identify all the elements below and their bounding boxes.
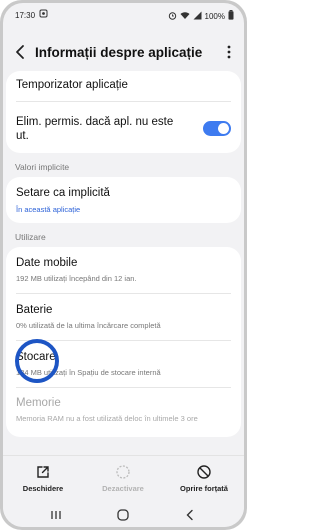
- highlight-circle: [15, 339, 59, 383]
- remove-permissions-toggle[interactable]: [203, 121, 231, 136]
- open-button[interactable]: Deschidere: [3, 464, 83, 493]
- back-nav-icon[interactable]: [183, 508, 197, 522]
- permissions-card: Temporizator aplicație Elim. permis. dac…: [6, 71, 241, 153]
- divider: [16, 101, 231, 102]
- divider: [16, 293, 231, 294]
- app-timer-label: Temporizator aplicație: [16, 79, 128, 91]
- divider: [16, 340, 231, 341]
- signal-icon: [193, 11, 202, 22]
- mobile-data-label: Date mobile: [16, 257, 78, 269]
- status-bar: 17:30 100%: [3, 3, 244, 29]
- open-external-icon: [35, 464, 51, 480]
- section-header-usage: Utilizare: [15, 232, 46, 242]
- status-time: 17:30: [15, 11, 36, 20]
- recent-apps-icon[interactable]: [49, 508, 63, 522]
- wifi-icon: [180, 11, 190, 22]
- app-bar: Informații despre aplicație: [3, 35, 244, 71]
- open-label: Deschidere: [22, 484, 64, 493]
- mobile-data-subtitle: 192 MB utilizați începând din 12 ian.: [16, 274, 137, 283]
- battery-subtitle: 0% utilizată de la ultima încărcare comp…: [16, 321, 161, 330]
- set-default-subtitle: În această aplicație: [16, 205, 81, 214]
- notification-icon: [39, 9, 48, 20]
- status-icons: 100%: [168, 10, 234, 22]
- memory-label: Memorie: [16, 397, 61, 409]
- more-options-icon[interactable]: [226, 43, 232, 61]
- system-nav-bar: [3, 503, 244, 527]
- screen: 17:30 100% Informații despre aplicație T…: [3, 3, 244, 527]
- memory-subtitle: Memoria RAM nu a fost utilizată deloc în…: [16, 414, 198, 423]
- section-header-defaults: Valori implicite: [15, 162, 70, 172]
- force-stop-label: Oprire forțată: [180, 484, 228, 493]
- set-default-label: Setare ca implicită: [16, 187, 110, 199]
- defaults-card: Setare ca implicită În această aplicație: [6, 177, 241, 223]
- home-icon[interactable]: [116, 508, 130, 522]
- disable-button[interactable]: Dezactivare: [83, 464, 163, 493]
- battery-icon: [228, 10, 234, 22]
- battery-percent: 100%: [204, 11, 225, 21]
- bottom-action-bar: Deschidere Dezactivare Oprire forțată: [3, 455, 244, 502]
- disable-label: Dezactivare: [102, 484, 144, 493]
- disable-icon: [115, 464, 131, 480]
- force-stop-icon: [196, 464, 212, 480]
- phone-frame: 17:30 100% Informații despre aplicație T…: [0, 0, 247, 530]
- alarm-icon: [168, 11, 177, 22]
- toggle-knob: [218, 123, 229, 134]
- battery-label: Baterie: [16, 304, 53, 316]
- back-arrow-icon[interactable]: [11, 41, 31, 63]
- page-title: Informații despre aplicație: [35, 45, 203, 60]
- divider: [16, 387, 231, 388]
- force-stop-button[interactable]: Oprire forțată: [164, 464, 244, 493]
- remove-permissions-label: Elim. permis. dacă apl. nu este ut.: [16, 116, 174, 142]
